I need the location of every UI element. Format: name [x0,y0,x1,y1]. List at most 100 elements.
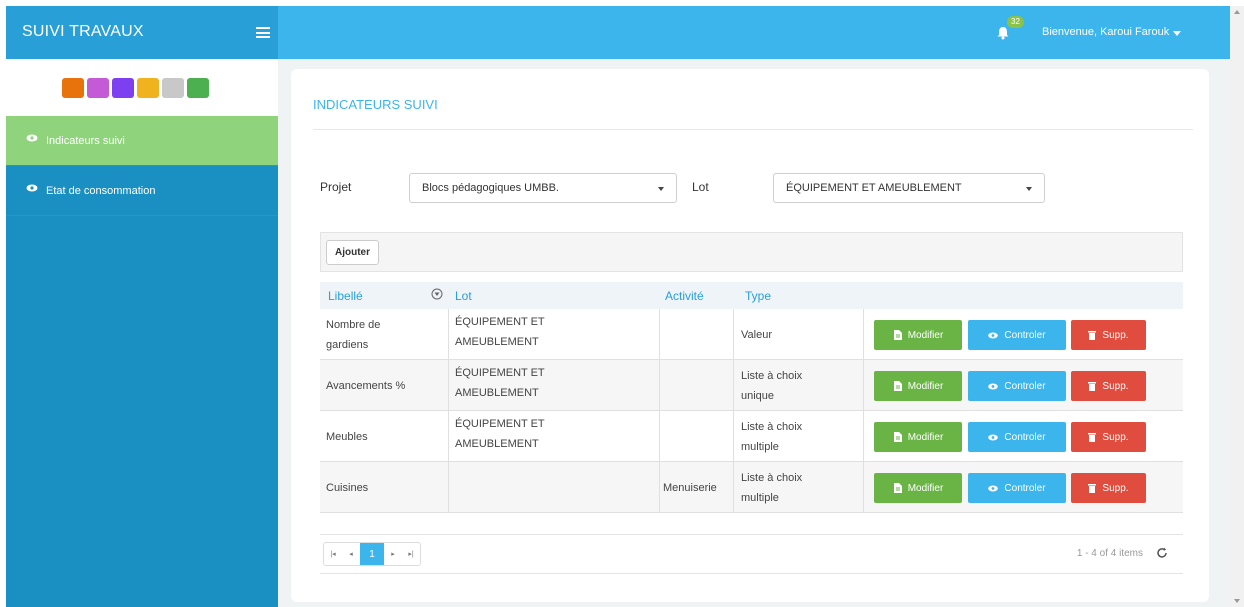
logo-area [6,59,278,116]
eye-icon [988,434,999,440]
page-title: INDICATEURS SUIVI [313,97,438,112]
cell-type: Liste à choix unique [741,360,841,411]
table-row[interactable]: Meubles ÉQUIPEMENT ET AMEUBLEMENT Liste à c… [320,411,1183,462]
cell-text: Liste à choix [741,420,803,433]
cell-text: gardiens [326,338,369,351]
logo-swatch [187,78,209,98]
modify-button-label: Modifier [907,329,944,341]
control-button[interactable]: Controler [968,422,1066,452]
sidebar-item-indicateurs-suivi[interactable]: Indicateurs suivi [6,116,278,166]
logo-swatch [112,78,134,98]
page-scrollbar[interactable] [1230,6,1244,607]
cell-text: ÉQUIPEMENT ET [455,316,545,328]
prev-page-icon[interactable]: ◂ [342,543,360,565]
cell-text: Cuisines [326,481,369,494]
control-button[interactable]: Controler [968,371,1066,401]
modify-button[interactable]: Modifier [874,320,962,350]
hamburger-menu-icon[interactable] [256,27,270,38]
control-button-label: Controler [1004,482,1046,494]
modify-button[interactable]: Modifier [874,422,962,452]
eye-icon [26,184,38,192]
projet-select-value: Blocs pédagogiques UMBB. [422,182,559,194]
sidebar-item-etat-de-consommation[interactable]: Etat de consommation [6,166,278,216]
modify-button-label: Modifier [907,380,944,392]
sidebar-item-label: Etat de consommation [46,185,156,197]
brand-area: SUIVI TRAVAUX [6,6,278,59]
lot-select[interactable]: ÉQUIPEMENT ET AMEUBLEMENT [773,173,1045,203]
cell-text: Meubles [326,430,368,443]
table-row[interactable]: Cuisines Menuiserie Liste à choix multiple M… [320,462,1183,513]
column-header-activite[interactable]: Activité [665,289,704,303]
column-header-type[interactable]: Type [745,289,771,303]
document-icon [893,483,902,493]
delete-button-label: Supp. [1102,380,1129,392]
pager-info: 1 - 4 of 4 items [1076,548,1143,559]
page-number[interactable]: 1 [360,543,384,565]
document-icon [893,432,902,442]
control-button-label: Controler [1004,380,1046,392]
user-menu[interactable]: Bienvenue, Karoui Farouk [1042,26,1182,38]
cell-text: ÉQUIPEMENT ET [455,418,545,430]
eye-icon [988,485,999,491]
cell-type: Liste à choix multiple [741,411,841,462]
cell-libelle: Meubles [326,411,444,462]
column-header-libelle[interactable]: Libellé [328,289,363,303]
control-button[interactable]: Controler [968,473,1066,503]
lot-select-value: ÉQUIPEMENT ET AMEUBLEMENT [786,182,962,194]
control-button-label: Controler [1004,431,1046,443]
modify-button[interactable]: Modifier [874,371,962,401]
first-page-icon[interactable]: |◂ [324,543,342,565]
table-row[interactable]: Avancements % ÉQUIPEMENT ET AMEUBLEMENT Lis… [320,360,1183,411]
filter-icon[interactable] [431,288,443,300]
eye-icon [26,134,38,142]
cell-text: AMEUBLEMENT [455,438,539,450]
app-title[interactable]: SUIVI TRAVAUX [22,23,144,41]
logo-swatch [87,78,109,98]
logo-swatch [62,78,84,98]
caret-down-icon [1173,31,1182,36]
divider [313,129,1193,130]
modify-button-label: Modifier [907,482,944,494]
eye-icon [988,332,999,338]
cell-text: multiple [741,440,779,453]
cell-libelle: Cuisines [326,462,444,513]
refresh-icon[interactable] [1155,546,1169,560]
cell-text: ÉQUIPEMENT ET [455,367,545,379]
document-icon [893,330,902,340]
main-panel: INDICATEURS SUIVI Projet Blocs pédagogiq… [291,69,1209,602]
sidebar-item-label: Indicateurs suivi [46,135,125,147]
delete-button-label: Supp. [1102,431,1129,443]
modify-button-label: Modifier [907,431,944,443]
cell-text: Nombre de [326,318,381,331]
add-button[interactable]: Ajouter [326,240,379,265]
cell-activite [663,309,729,360]
control-button[interactable]: Controler [968,320,1066,350]
cell-libelle: Avancements % [326,360,444,411]
projet-label: Projet [320,180,352,194]
delete-button[interactable]: Supp. [1071,371,1146,401]
cell-text: multiple [741,491,779,504]
last-page-icon[interactable]: ▸| [402,543,420,565]
delete-button[interactable]: Supp. [1071,422,1146,452]
next-page-icon[interactable]: ▸ [384,543,402,565]
document-icon [893,381,902,391]
notification-count-badge: 32 [1007,16,1024,28]
delete-button[interactable]: Supp. [1071,320,1146,350]
delete-button-label: Supp. [1102,482,1129,494]
pager-nav: |◂ ◂ 1 ▸ ▸| [323,542,421,566]
logo-swatch [137,78,159,98]
notifications-bell-icon[interactable]: 32 [996,16,1024,48]
lot-label: Lot [692,180,709,194]
table-header: Libellé Lot Activité Type [320,282,1183,309]
column-header-lot[interactable]: Lot [455,289,472,303]
cell-text: AMEUBLEMENT [455,336,539,348]
modify-button[interactable]: Modifier [874,473,962,503]
table-row[interactable]: Nombre de gardiens ÉQUIPEMENT ET AMEUBLEMEN… [320,309,1183,360]
cell-text: unique [741,389,775,402]
cell-lot [455,462,655,513]
delete-button[interactable]: Supp. [1071,473,1146,503]
delete-button-label: Supp. [1102,329,1129,341]
chevron-down-icon [1026,187,1032,191]
projet-select[interactable]: Blocs pédagogiques UMBB. [409,173,677,203]
cell-text: Liste à choix [741,471,803,484]
